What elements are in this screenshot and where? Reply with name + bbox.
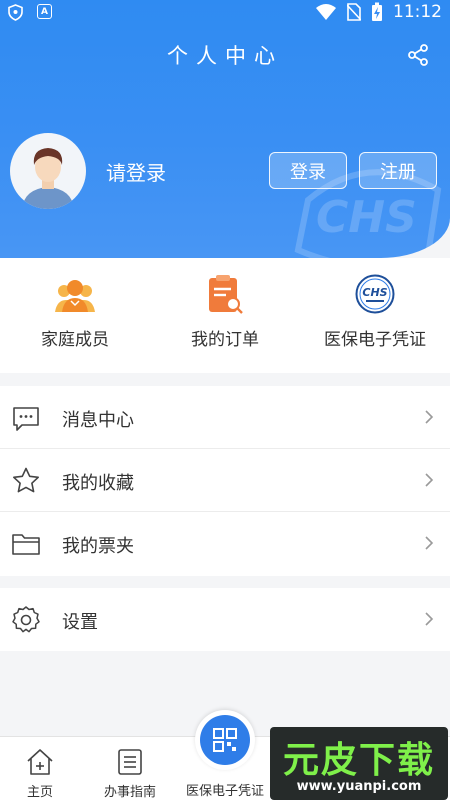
chevron-right-icon (425, 536, 434, 550)
chevron-right-icon (425, 410, 434, 424)
a-status-icon: A (37, 4, 52, 19)
nav-guide[interactable]: 办事指南 (90, 737, 170, 800)
chevron-right-icon (425, 612, 434, 626)
star-icon (13, 467, 39, 493)
wifi-icon (316, 4, 336, 20)
profile-header: CHS A 11:12 个人中心 请登录 登录 注册 (0, 0, 450, 258)
battery-charging-icon (372, 2, 382, 21)
status-bar: A 11:12 (0, 0, 450, 26)
shortcut-grid: 家庭成员 我的订单 CHS 医保电子凭证 (0, 258, 450, 373)
shortcut-label: 家庭成员 (41, 330, 109, 350)
status-time: 11:12 (393, 2, 442, 22)
nav-label: 主页 (26, 785, 53, 800)
menu-item-settings[interactable]: 设置 (0, 588, 450, 651)
menu-item-label: 我的收藏 (62, 473, 134, 494)
guide-list-icon (118, 749, 142, 775)
page-title: 个人中心 (167, 44, 283, 68)
shortcut-label: 医保电子凭证 (324, 330, 426, 350)
shortcut-my-orders[interactable]: 我的订单 (150, 258, 300, 373)
nav-label: 办事指南 (103, 785, 156, 800)
avatar[interactable] (10, 133, 86, 209)
shortcut-family-members[interactable]: 家庭成员 (0, 258, 150, 373)
menu-item-label: 我的票夹 (62, 536, 134, 557)
watermark-url: www.yuanpi.com (296, 779, 422, 794)
share-icon[interactable] (406, 43, 430, 67)
message-icon (13, 407, 39, 431)
shortcut-chs-voucher[interactable]: CHS 医保电子凭证 (300, 258, 450, 373)
menu-item-message-center[interactable]: 消息中心 (0, 386, 450, 449)
login-prompt[interactable]: 请登录 (106, 157, 166, 186)
family-members-icon (55, 280, 95, 312)
no-sim-icon (347, 3, 361, 21)
svg-text:CHS: CHS (316, 192, 417, 243)
menu-item-my-favorites[interactable]: 我的收藏 (0, 449, 450, 512)
menu-item-label: 消息中心 (62, 410, 134, 431)
nav-label: 医保电子凭证 (185, 784, 264, 799)
shield-status-icon (8, 4, 23, 21)
register-button[interactable]: 注册 (359, 152, 437, 189)
nav-home[interactable]: 主页 (0, 737, 80, 800)
qr-code-icon (213, 728, 237, 752)
nav-chs-voucher[interactable]: 医保电子凭证 (180, 710, 270, 800)
my-orders-icon (209, 275, 243, 314)
chs-voucher-icon: CHS (355, 274, 395, 314)
menu-group-primary: 消息中心 我的收藏 我的票夹 (0, 386, 450, 576)
gear-icon (12, 606, 40, 633)
qr-code-button[interactable] (200, 715, 250, 765)
chevron-right-icon (425, 473, 434, 487)
site-watermark: 元皮下载 www.yuanpi.com (270, 727, 448, 800)
shortcut-label: 我的订单 (191, 330, 259, 350)
menu-item-label: 设置 (62, 612, 98, 633)
folder-icon (12, 534, 40, 555)
avatar-person-icon (22, 148, 74, 209)
login-button[interactable]: 登录 (269, 152, 347, 189)
menu-group-settings: 设置 (0, 588, 450, 651)
menu-item-my-ticket-folder[interactable]: 我的票夹 (0, 512, 450, 575)
watermark-title: 元皮下载 (282, 740, 435, 781)
home-icon (27, 749, 53, 775)
svg-text:CHS: CHS (362, 286, 387, 299)
